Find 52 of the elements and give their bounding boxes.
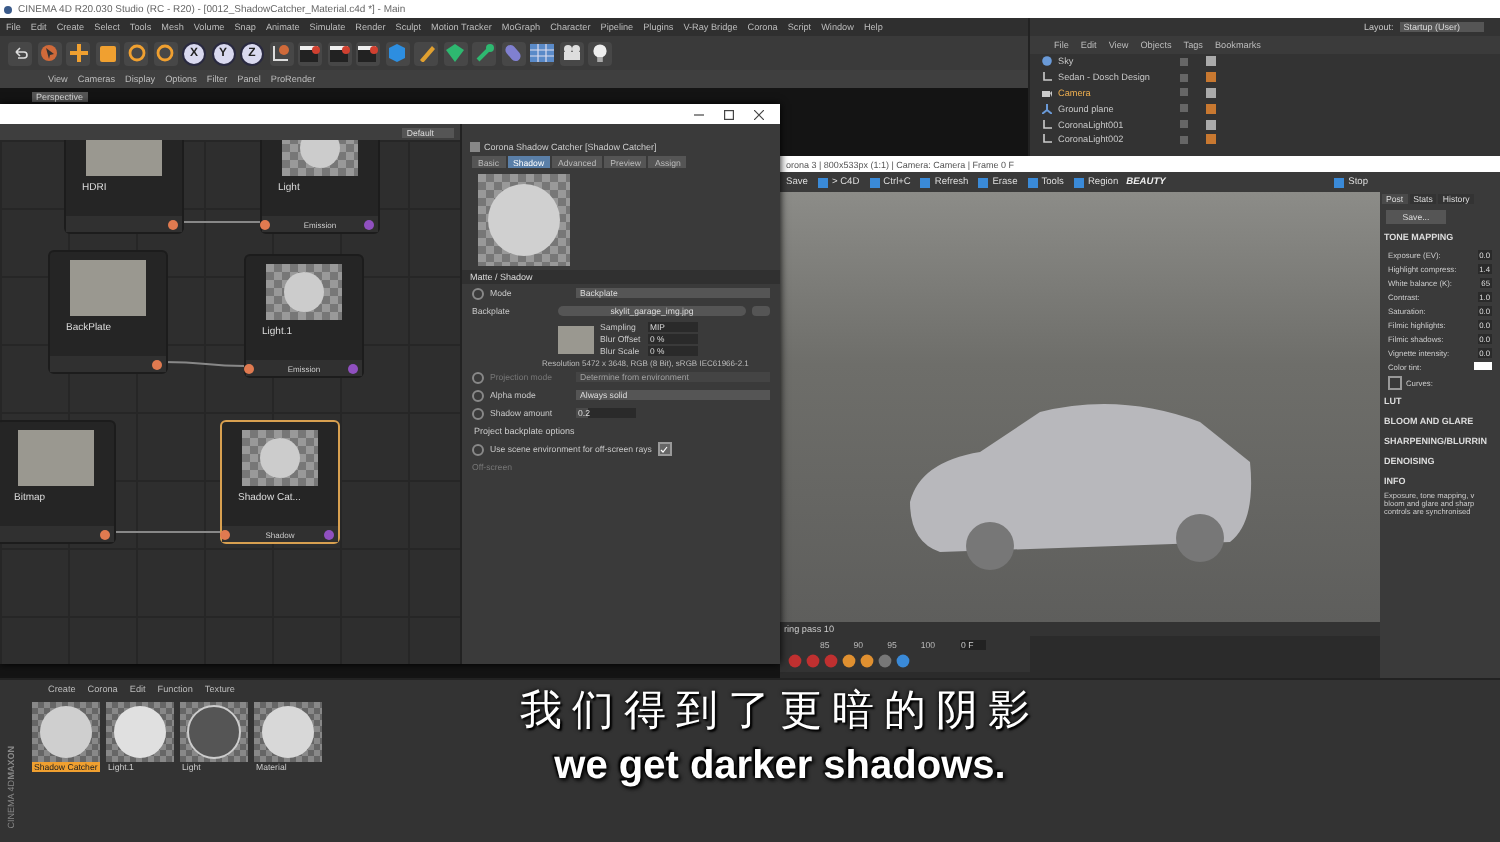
- close-icon[interactable]: [754, 109, 764, 119]
- plane-icon: [1042, 103, 1052, 114]
- output-port-icon[interactable]: [324, 529, 334, 539]
- output-port-icon[interactable]: [364, 219, 374, 229]
- animation-dot-icon[interactable]: [472, 443, 484, 455]
- clapper-icon[interactable]: [300, 44, 320, 62]
- brush-icon[interactable]: [475, 44, 493, 62]
- sphere-icon: [1042, 56, 1052, 67]
- animation-dot-icon[interactable]: [472, 371, 484, 383]
- null-object-icon: [1042, 72, 1052, 83]
- animation-dot-icon[interactable]: [472, 287, 484, 299]
- cursor-icon[interactable]: [40, 44, 58, 62]
- node-thumbnail: [266, 264, 342, 320]
- node-thumbnail: [18, 430, 94, 486]
- app-icon: [4, 5, 12, 13]
- input-port-icon[interactable]: [260, 219, 270, 229]
- output-port-icon[interactable]: [348, 363, 358, 373]
- clapper-icon[interactable]: [329, 44, 349, 62]
- material-icon: [470, 142, 480, 152]
- maximize-icon[interactable]: [724, 109, 734, 119]
- undo-icon[interactable]: [12, 45, 28, 61]
- clapper-icon[interactable]: [358, 44, 378, 62]
- subtitle-text: 我们得到了更暗的阴影: [520, 686, 1040, 738]
- light-bulb-icon[interactable]: [592, 44, 608, 62]
- bitmap-thumbnail: [558, 325, 594, 353]
- gem-icon[interactable]: [446, 44, 464, 62]
- move-icon[interactable]: [69, 44, 87, 62]
- connection-line: [163, 361, 245, 367]
- color-swatch[interactable]: [1474, 362, 1492, 370]
- connection-line: [111, 531, 221, 533]
- output-port-icon[interactable]: [152, 359, 162, 369]
- minimize-icon[interactable]: [694, 109, 704, 119]
- scale-icon[interactable]: [99, 45, 115, 61]
- camera-icon: [1042, 87, 1052, 98]
- connection-line: [179, 221, 261, 223]
- checkbox[interactable]: [1388, 375, 1402, 389]
- animation-dot-icon[interactable]: [472, 389, 484, 401]
- coordinate-icon[interactable]: [272, 44, 290, 62]
- capsule-icon[interactable]: [504, 44, 522, 62]
- camera-icon[interactable]: [561, 44, 581, 62]
- output-port-icon[interactable]: [168, 219, 178, 229]
- animation-dot-icon[interactable]: [472, 407, 484, 419]
- node-thumbnail: [242, 430, 318, 486]
- subtitle-text: we get darker shadows.: [554, 744, 1006, 790]
- input-port-icon[interactable]: [220, 529, 230, 539]
- cube-icon[interactable]: [388, 44, 406, 62]
- material-preview: [478, 174, 570, 266]
- pen-icon[interactable]: [417, 44, 435, 62]
- node-thumbnail: [70, 260, 146, 316]
- output-port-icon[interactable]: [100, 529, 110, 539]
- input-port-icon[interactable]: [244, 363, 254, 373]
- checkbox[interactable]: [657, 442, 672, 456]
